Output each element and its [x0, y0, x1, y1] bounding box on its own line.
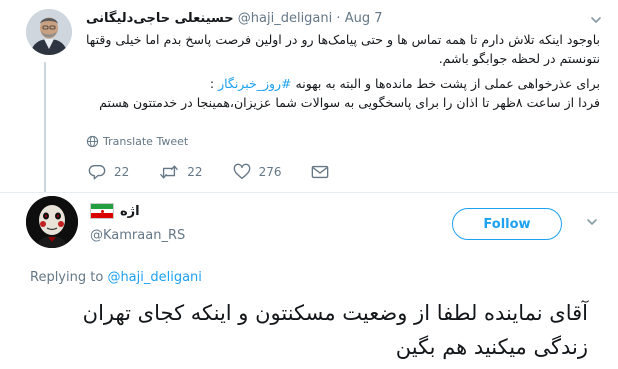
replying-to: Replying to @haji_deligani	[30, 270, 202, 285]
tweet-text-line: برای عذرخواهی عملی از پشت خط مانده‌ها و …	[86, 74, 600, 93]
globe-icon	[86, 135, 99, 148]
display-name[interactable]: اژه	[90, 203, 140, 219]
tweet-text: باوجود اینکه تلاش دارم تا همه تماس ها و …	[86, 30, 600, 112]
like-count: 276	[258, 165, 282, 179]
tweet-text-line: باوجود اینکه تلاش دارم تا همه تماس ها و …	[86, 32, 600, 66]
tweet-header: حسینعلی حاجی‌دلیگانی @haji_deligani · Au…	[86, 10, 604, 28]
envelope-icon	[312, 165, 329, 179]
separator-dot: ·	[336, 11, 341, 26]
hashtag-link[interactable]: #روز_خبرنگار	[218, 76, 291, 91]
tweet-text-span: :	[209, 76, 215, 91]
translate-label: Translate Tweet	[103, 135, 189, 148]
reply-icon	[88, 165, 106, 180]
retweet-count: 22	[187, 165, 203, 179]
tweet-text: آقای نماینده لطفا از وضعیت مسکنتون و این…	[82, 301, 588, 359]
user-handle[interactable]: @haji_deligani	[238, 11, 332, 26]
display-name-text: اژه	[120, 203, 140, 219]
tweet-date[interactable]: Aug 7	[345, 11, 383, 26]
retweet-button[interactable]: 22	[159, 163, 203, 181]
user-handle[interactable]: @Kamraan_RS	[90, 228, 185, 243]
reply-count: 22	[114, 165, 130, 179]
tweet-actions: 22 22 276	[88, 162, 359, 182]
avatar[interactable]	[26, 196, 78, 248]
avatar-photo	[26, 9, 72, 55]
iran-flag-icon	[90, 203, 114, 219]
translate-tweet-link[interactable]: Translate Tweet	[86, 135, 188, 148]
follow-button[interactable]: Follow	[452, 208, 562, 240]
reply-button[interactable]: 22	[88, 163, 129, 181]
avatar[interactable]	[26, 9, 72, 55]
tweet-text-span: برای عذرخواهی عملی از پشت خط مانده‌ها و …	[295, 76, 600, 91]
tweet-text-line: فردا از ساعت ۸ظهر تا اذان را برای پاسخگو…	[99, 95, 600, 110]
avatar-photo	[26, 196, 78, 248]
like-button[interactable]: 276	[233, 163, 282, 181]
thread-connector-line	[44, 62, 46, 192]
heart-icon	[233, 163, 250, 179]
replying-to-label: Replying to	[30, 270, 104, 285]
display-name[interactable]: حسینعلی حاجی‌دلیگانی	[86, 11, 234, 26]
divider	[0, 192, 618, 193]
replying-to-handle-link[interactable]: @haji_deligani	[107, 270, 201, 285]
direct-message-button[interactable]	[311, 164, 329, 180]
chevron-down-icon[interactable]	[586, 216, 598, 228]
chevron-down-icon[interactable]	[590, 14, 602, 26]
retweet-icon	[160, 165, 179, 179]
